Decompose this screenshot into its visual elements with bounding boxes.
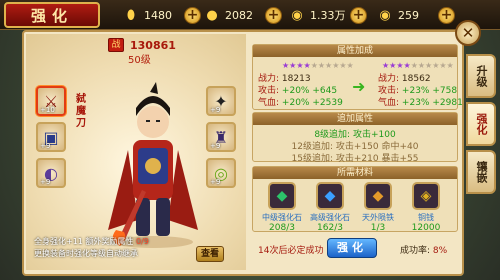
resource-value: 2082 <box>225 8 253 22</box>
success-rate: 成功率: 8% <box>400 246 448 256</box>
current-attack: 攻击: +20% +645 <box>258 86 338 96</box>
material-name: 铜钱 <box>418 213 434 222</box>
coin-pile-icon: ● <box>206 7 218 23</box>
tab-inlay[interactable]: 镶嵌 <box>466 150 496 194</box>
current-hp: 气血: +20% +2539 <box>258 98 343 108</box>
enhance-button[interactable]: 强化 <box>327 238 377 258</box>
slot-enhance-level: +9 <box>40 142 51 150</box>
material-name: 中级强化石 <box>262 213 302 222</box>
next-star-rating: ★★★★ ★★★★★★ <box>382 61 454 70</box>
material-item[interactable]: ◈ 铜钱 12000 <box>404 182 448 233</box>
resource-value: 1480 <box>144 8 172 22</box>
material-count: 162/3 <box>317 223 343 233</box>
material-name: 高级强化石 <box>310 213 350 222</box>
slot-enhance-level: +9 <box>210 142 221 150</box>
coin-bag-icon: ◉ <box>291 7 303 23</box>
helmet-slot[interactable]: ♜ +9 <box>206 122 236 152</box>
current-power: 战力: 18213 <box>258 74 311 84</box>
enhance-stone-high-icon: ◆ <box>316 182 344 210</box>
note-line1: 全身强化+11 额外奖励属性 <box>34 237 134 246</box>
enhance-stone-mid-icon: ◆ <box>268 182 296 210</box>
copper-coin-icon: ◈ <box>412 182 440 210</box>
material-item[interactable]: ◆ 中级强化石 208/3 <box>260 182 304 233</box>
bonus-attribute-title: 追加属性 <box>253 113 457 125</box>
current-star-rating: ★★★★ ★★★★★★ <box>282 61 354 70</box>
necklace-slot[interactable]: ✦ +9 <box>206 86 236 116</box>
ring-slot[interactable]: ◎ +9 <box>206 158 236 188</box>
close-icon: ✕ <box>461 24 475 42</box>
combat-power-icon: 战 <box>108 38 124 52</box>
add-silver-bag-button[interactable]: + <box>438 6 455 24</box>
add-coin-bag-button[interactable]: + <box>350 6 367 24</box>
next-attack: 攻击: +23% +758 <box>378 86 458 96</box>
resource-value: 259 <box>398 8 419 22</box>
gold-ingot-icon: ⬮ <box>126 7 136 23</box>
resource-gold-ingot: ⬮ 1480 + <box>122 6 201 24</box>
resource-silver-bag: ◉ 259 + <box>376 6 455 24</box>
character-level: 50级 <box>128 55 151 66</box>
resource-coin-pile: ● 2082 + <box>203 6 282 24</box>
material-count: 1/3 <box>370 223 386 233</box>
coin-bag-icon: ◉ <box>379 7 391 23</box>
window-title: 强化 <box>4 2 100 28</box>
close-button[interactable]: ✕ <box>455 20 481 46</box>
material-name: 天外陨铁 <box>362 213 394 222</box>
view-button[interactable]: 查看 <box>196 246 224 262</box>
selected-item-name: 弑魔刀 <box>76 94 86 129</box>
upgrade-arrow-icon: ➜ <box>352 77 366 96</box>
next-power-value: 18562 <box>401 74 431 84</box>
tab-upgrade[interactable]: 升级 <box>466 54 496 98</box>
slot-enhance-level: +9 <box>210 178 221 186</box>
guaranteed-success-text: 14次后必定成功 <box>258 246 324 256</box>
resource-value: 1.33万 <box>310 9 346 22</box>
resource-coin-bag: ◉ 1.33万 + <box>288 6 367 24</box>
tab-enhance[interactable]: 强化 <box>466 102 496 146</box>
attribute-bonus-title: 属性加成 <box>253 45 457 57</box>
bonus-line: 15级追加: 攻击+210 暴击+55 <box>291 154 419 164</box>
slot-enhance-level: +10 <box>40 106 55 114</box>
weapon-slot[interactable]: ⚔ +10 <box>36 86 66 116</box>
material-count: 12000 <box>411 223 441 233</box>
note-line1-value: 0/9 <box>135 237 149 246</box>
combat-power: 战 130861 <box>108 38 176 52</box>
add-gold-ingot-button[interactable]: + <box>184 6 201 24</box>
slot-enhance-level: +9 <box>210 106 221 114</box>
full-body-enhance-note: 全身强化+11 额外奖励属性 0/9 更换装备时强化等级自动继承 <box>34 236 149 260</box>
meteor-iron-icon: ◆ <box>364 182 392 210</box>
slot-enhance-level: +9 <box>40 178 51 186</box>
materials-title: 所需材料 <box>253 167 457 179</box>
hero-character-image <box>108 82 198 248</box>
top-bar: 强化 ⬮ 1480 + ● 2082 + ◉ 1.33万 + ◉ 259 + <box>0 0 500 30</box>
next-hp: 气血: +23% +2981 <box>378 98 463 108</box>
material-item[interactable]: ◆ 高级强化石 162/3 <box>308 182 352 233</box>
material-count: 208/3 <box>269 223 295 233</box>
success-rate-value: 8% <box>432 246 448 256</box>
boots-slot[interactable]: ◐ +9 <box>36 158 66 188</box>
next-power: 战力: 18562 <box>378 74 431 84</box>
note-line2: 更换装备时强化等级自动继承 <box>34 249 138 258</box>
armor-slot[interactable]: ▣ +9 <box>36 122 66 152</box>
material-item[interactable]: ◆ 天外陨铁 1/3 <box>356 182 400 233</box>
add-coin-pile-button[interactable]: + <box>265 6 282 24</box>
combat-power-value: 130861 <box>130 38 176 52</box>
current-power-value: 18213 <box>281 74 311 84</box>
